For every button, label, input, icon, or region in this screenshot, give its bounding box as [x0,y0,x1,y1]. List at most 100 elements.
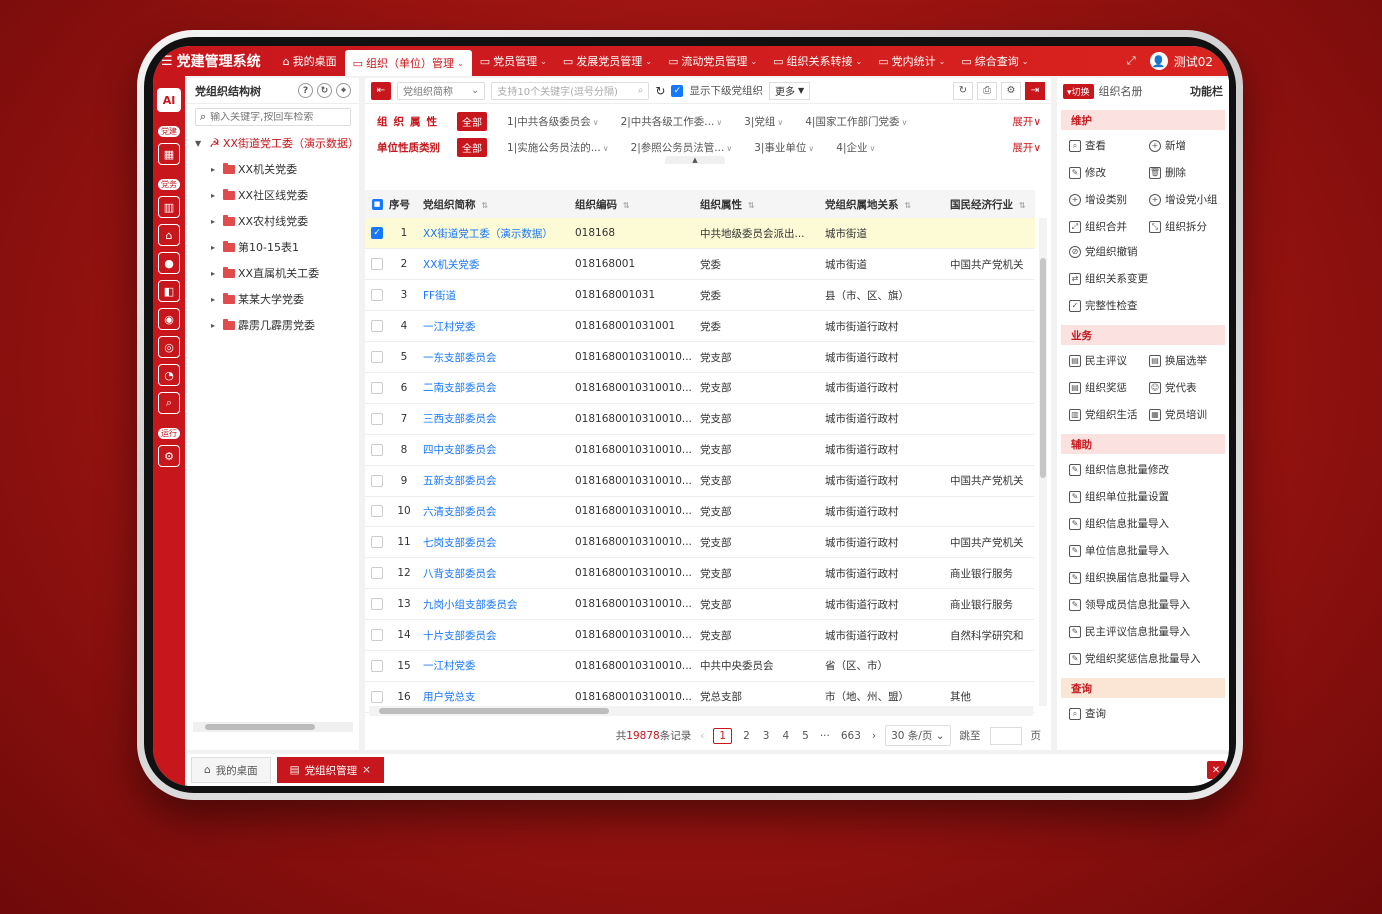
header-attr[interactable]: 组织属性 ⇅ [700,190,825,218]
field-select[interactable]: 党组织简称 ⌄ [397,81,486,100]
user-add-icon[interactable]: ◉ [158,308,180,330]
pie-icon[interactable]: ◔ [158,364,180,386]
refresh-icon[interactable]: ↻ [317,83,332,98]
function-item[interactable]: ✎ 单位信息批量导入 [1069,541,1229,560]
gear-icon[interactable]: ⚙ [158,445,180,467]
cell-name[interactable]: 八背支部委员会 [419,558,575,589]
function-item[interactable]: ✎ 党组织奖惩信息批量导入 [1069,649,1229,668]
user-menu[interactable]: 👤 测试02 [1149,52,1213,70]
function-item[interactable]: ▤ 民主评议 [1069,351,1149,370]
row-checkbox[interactable] [371,443,383,456]
bottom-tab-0[interactable]: ⌂ 我的桌面 [191,757,271,783]
table-row[interactable]: 7 三西支部委员会 0181680010310010... 党支部 城市街道行政村 [365,403,1035,435]
table-row[interactable]: 4 一江村党委 018168001031001 党委 城市街道行政村 [365,311,1035,342]
function-item[interactable]: + 增设类别 [1069,190,1149,209]
tree-scrollbar[interactable] [193,722,353,732]
header-code[interactable]: 组织编码 ⇅ [575,190,700,218]
user-card-icon[interactable]: ◧ [158,280,180,302]
menu-icon[interactable]: ☰ [161,54,173,69]
reload-icon[interactable]: ↻ [953,81,973,100]
page-last[interactable]: 663 [839,730,863,742]
filter-all-button[interactable]: 全部 [457,111,487,131]
function-item[interactable]: ✎ 民主评议信息批量导入 [1069,622,1229,641]
row-checkbox[interactable] [371,659,383,672]
book-icon[interactable]: ▥ [158,196,180,218]
function-item[interactable]: ✓ 完整性检查 [1069,296,1229,315]
select-all-checkbox[interactable]: ■ [371,198,383,210]
user-icon[interactable]: ● [158,252,180,274]
prev-page-icon[interactable]: ‹ [700,730,704,742]
filter-option[interactable]: 3|事业单位 ∨ [754,140,814,155]
filter-option[interactable]: 4|国家工作部门党委 ∨ [805,114,907,129]
cell-name[interactable]: 五新支部委员会 [419,465,575,496]
row-checkbox[interactable] [371,598,383,611]
caret-right-icon[interactable]: ▸ [207,321,219,330]
caret-down-icon[interactable]: ▼ [193,139,203,148]
table-row[interactable]: 5 一东支部委员会 0181680010310010... 党支部 城市街道行政村 [365,342,1035,373]
cell-name[interactable]: 十片支部委员会 [419,620,575,651]
tree-search-input[interactable] [210,111,341,123]
function-item[interactable]: ✎ 组织信息批量修改 [1069,460,1229,479]
function-item[interactable]: 🗑 删除 [1149,163,1229,182]
close-icon[interactable]: × [362,764,371,776]
filter-option[interactable]: 4|企业 ∨ [836,140,875,155]
settings-icon[interactable]: ⚙ [1001,81,1021,100]
page-2[interactable]: 2 [741,730,752,742]
tree-node-child[interactable]: ▸ XX机关党委 [187,156,359,182]
row-checkbox-cell[interactable] [365,342,389,373]
caret-right-icon[interactable]: ▸ [207,217,219,226]
table-row[interactable]: 9 五新支部委员会 0181680010310010... 党支部 城市街道行政村 中国共… [365,465,1035,497]
row-checkbox[interactable]: ✓ [371,227,383,240]
table-row[interactable]: 15 一江村党委 0181680010310010... 中共中央委员会 省（区、市） [365,650,1035,682]
function-item[interactable]: ✎ 组织换届信息批量导入 [1069,568,1229,587]
row-checkbox[interactable] [371,412,383,425]
row-checkbox-cell[interactable] [365,311,389,342]
function-item[interactable]: ⤡ 组织拆分 [1149,217,1229,236]
cell-name[interactable]: 一江村党委 [419,311,575,342]
function-item[interactable]: ⤢ 组织合并 [1069,217,1149,236]
row-checkbox[interactable] [371,289,383,302]
refresh-icon[interactable]: ↻ [655,84,665,98]
filter-collapse-handle[interactable]: ▲ [665,156,725,164]
select-all-cell[interactable]: ■ [365,190,389,218]
table-row[interactable]: ✓ 1 XX街道党工委（演示数据） 018168 中共地级委员会派出... 城市街道 [365,218,1035,249]
function-item[interactable]: ⌕ 查看 [1069,136,1149,155]
expand-button[interactable]: 展开∨ [1012,140,1045,155]
caret-right-icon[interactable]: ▸ [207,269,219,278]
goto-input[interactable] [989,726,1022,745]
show-sub-checkbox[interactable]: ✓ [671,84,684,97]
nav-item-6[interactable]: ▭ 党内统计 ⌄ [870,46,953,76]
function-item[interactable]: + 新增 [1149,136,1229,155]
nav-item-3[interactable]: ▭ 发展党员管理 ⌄ [555,46,660,76]
function-item[interactable]: + 增设党小组 [1149,190,1229,209]
function-item[interactable]: ⇄ 组织关系变更 [1069,269,1229,288]
group-icon[interactable]: ◎ [158,336,180,358]
table-row[interactable]: 10 六清支部委员会 0181680010310010... 党支部 城市街道行政村 [365,496,1035,527]
keyword-input[interactable]: 支持10个关键字(逗号分隔) ⌕ [491,81,650,100]
tree-node-child[interactable]: ▸ 霹雳几霹雳党委 [187,312,359,338]
function-item[interactable]: ▤ 换届选举 [1149,351,1229,370]
next-page-icon[interactable]: › [872,730,876,742]
cell-name[interactable]: XX机关党委 [419,249,575,280]
filter-option[interactable]: 1|中共各级委员会 ∨ [507,114,599,129]
page-size-select[interactable]: 30 条/页 ⌄ [885,725,951,746]
help-icon[interactable]: ? [298,83,313,98]
row-checkbox[interactable] [371,351,383,363]
row-checkbox[interactable] [371,567,383,580]
function-item[interactable]: ⌕ 查询 [1069,704,1229,723]
bottom-tab-1[interactable]: ▤ 党组织管理 × [276,757,384,783]
nav-item-4[interactable]: ▭ 流动党员管理 ⌄ [660,46,765,76]
caret-right-icon[interactable]: ▸ [207,191,219,200]
page-3[interactable]: 3 [761,730,772,742]
caret-right-icon[interactable]: ▸ [207,295,219,304]
export-icon[interactable]: ⎙ [977,81,997,100]
cell-name[interactable]: 三西支部委员会 [419,403,575,434]
filter-option[interactable]: 1|实施公务员法的... ∨ [507,140,609,155]
function-item[interactable]: ✎ 领导成员信息批量导入 [1069,595,1229,614]
nav-item-2[interactable]: ▭ 党员管理 ⌄ [472,46,555,76]
row-checkbox[interactable] [371,258,383,271]
building-icon[interactable]: ⌂ [158,224,180,246]
header-name[interactable]: 党组织简称 ⇅ [419,190,575,218]
page-ellipsis[interactable]: ··· [820,730,830,742]
filter-option[interactable]: 3|党组 ∨ [744,114,783,129]
